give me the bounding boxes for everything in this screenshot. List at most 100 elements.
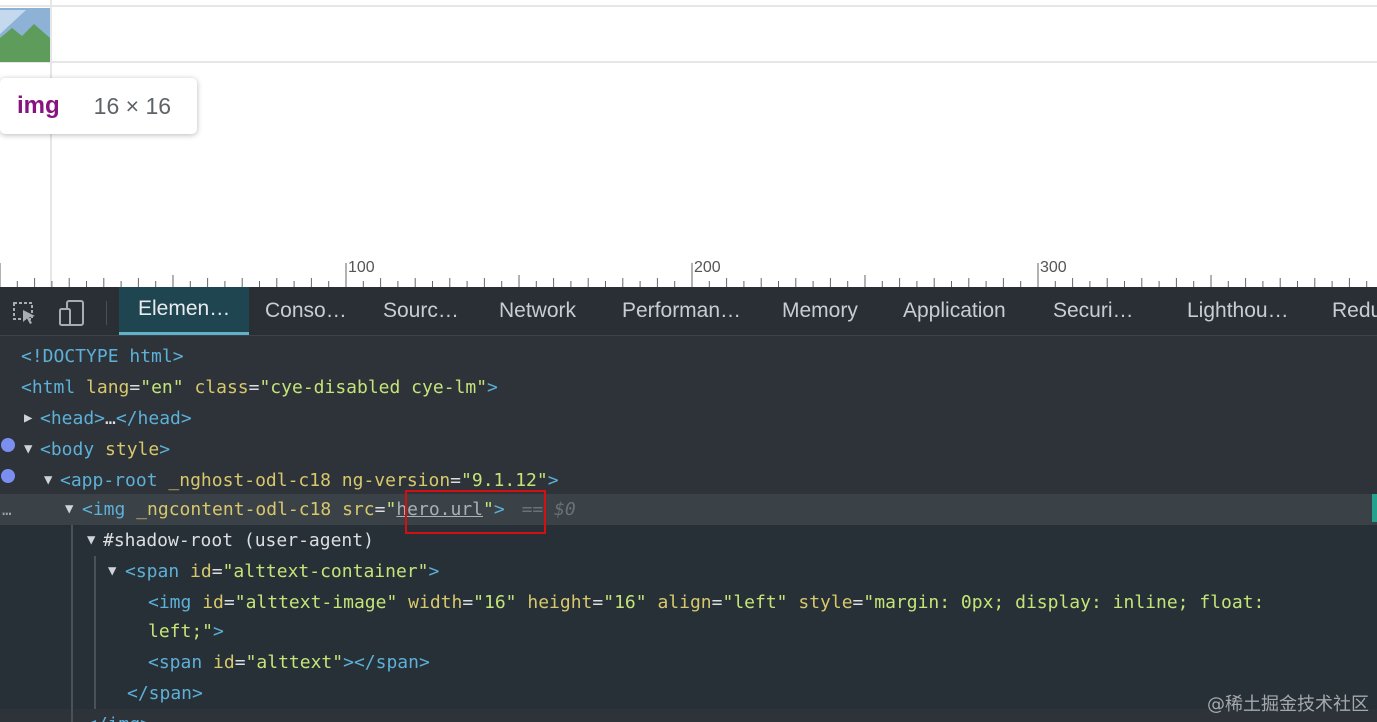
device-toolbar-icon[interactable] [58, 299, 86, 327]
breakpoint-dot-icon[interactable] [1, 438, 15, 452]
dom-node-head[interactable]: ▶ <head>…</head> [0, 403, 1377, 434]
span-tag-open: <span [125, 561, 180, 582]
inner-img-style-value: "margin: 0px; display: inline; float: [863, 592, 1265, 613]
body-tag-close: > [159, 439, 171, 460]
span-tag-close: > [428, 561, 440, 582]
broken-image-icon[interactable] [0, 8, 50, 62]
indent-guide [71, 525, 73, 722]
inner-img-tag-open: <img [148, 592, 192, 613]
horizontal-ruler: 100 200 300 [0, 259, 1368, 287]
inner-img-tag-close: > [213, 621, 224, 642]
page-viewport: img 16 × 16 100 200 300 [0, 0, 1377, 287]
html-tag-close: > [487, 377, 498, 398]
head-ellipsis: … [105, 408, 116, 429]
devtools-panel: Elemen… Conso… Sourc… Network Performan…… [0, 287, 1377, 722]
dom-node-body[interactable]: ▼ <body style> [0, 434, 1377, 465]
inner-img-align-value: "left" [722, 592, 788, 613]
html-attr-class: class [194, 377, 249, 398]
tab-performance[interactable]: Performan… [622, 287, 741, 335]
ruler-label-200: 200 [694, 259, 721, 276]
span-close-tag: </span> [127, 683, 203, 704]
tab-memory[interactable]: Memory [782, 287, 858, 335]
page-guide-line [50, 0, 52, 287]
indent-guide [94, 556, 96, 709]
inner-span-id-value: "alttext" [245, 652, 344, 673]
html-lang-value: "en" [140, 377, 184, 398]
collapse-arrow-icon[interactable]: ▼ [108, 556, 116, 587]
inner-img-attr-id: id [202, 592, 224, 613]
inner-span-attr-id: id [213, 652, 235, 673]
shadow-root-label: #shadow-root (user-agent) [103, 530, 374, 551]
dom-node-html[interactable]: <html lang="en" class="cye-disabled cye-… [0, 372, 1377, 403]
expand-arrow-icon[interactable]: ▶ [24, 403, 32, 434]
dom-node-span-container[interactable]: ▼ <span id="alttext-container"> [0, 556, 1377, 587]
head-tag-close: </head> [115, 408, 192, 429]
img-src-quote-open: " [385, 499, 397, 520]
page-divider-top [0, 5, 1377, 7]
dom-node-doctype[interactable]: <!DOCTYPE html> [0, 341, 1377, 372]
html-class-value: "cye-disabled cye-lm" [259, 377, 488, 398]
app-root-tag-close: > [547, 470, 559, 491]
body-tag-open: <body [40, 439, 95, 460]
dom-node-alttext-image[interactable]: <img id="alttext-image" width="16" heigh… [0, 587, 1377, 618]
tooltip-tag-name: img [17, 92, 60, 119]
img-close-tag: </img> [86, 709, 151, 722]
tab-application[interactable]: Application [903, 287, 1006, 335]
page-divider-bottom [0, 61, 1377, 63]
inner-img-width-value: "16" [473, 592, 517, 613]
dom-node-app-root[interactable]: ▼ <app-root _nghost-odl-c18 ng-version="… [0, 465, 1377, 496]
span-id-value: "alttext-container" [222, 561, 429, 582]
highlight-box [405, 490, 546, 534]
app-root-attr-nghost: _nghost-odl-c18 [168, 470, 331, 491]
inner-img-attr-height: height [527, 592, 593, 613]
html-tag-open: <html [21, 377, 76, 398]
tab-console[interactable]: Conso… [265, 287, 347, 335]
tab-elements[interactable]: Elemen… [119, 287, 250, 335]
inner-img-height-value: "16" [603, 592, 647, 613]
dom-node-span-end[interactable]: </span> [0, 678, 1377, 709]
img-attr-ngcontent: _ngcontent-odl-c18 [136, 499, 332, 520]
head-tag-open: <head> [40, 408, 106, 429]
collapse-arrow-icon[interactable]: ▼ [24, 434, 32, 465]
inner-span-tag-close: ></span> [343, 652, 430, 673]
dom-tree: <!DOCTYPE html> <html lang="en" class="c… [0, 336, 1377, 722]
tooltip-dimensions: 16 × 16 [93, 92, 172, 119]
inner-span-tag-open: <span [148, 652, 203, 673]
body-attr-style: style [105, 439, 160, 460]
ruler-label-300: 300 [1040, 259, 1067, 276]
tab-sources[interactable]: Sourc… [383, 287, 459, 335]
inspect-element-icon[interactable] [11, 299, 39, 327]
app-root-attr-ng-version: ng-version [341, 470, 451, 491]
toolbar-separator [106, 301, 107, 325]
dom-node-alttext-span[interactable]: <span id="alttext"></span> [0, 647, 1377, 678]
collapse-arrow-icon[interactable]: ▼ [87, 525, 95, 556]
dom-node-shadow-root[interactable]: ▼ #shadow-root (user-agent) [0, 525, 1377, 556]
collapse-arrow-icon[interactable]: ▼ [44, 465, 52, 496]
span-attr-id: id [190, 561, 212, 582]
more-options-dots[interactable]: … [2, 494, 13, 525]
collapse-arrow-icon[interactable]: ▼ [65, 494, 73, 525]
dom-node-img-end[interactable]: </img> [0, 709, 1377, 722]
tab-network[interactable]: Network [499, 287, 576, 335]
element-size-tooltip: img 16 × 16 [0, 78, 197, 134]
inner-img-id-value: "alttext-image" [234, 592, 398, 613]
inner-img-attr-width: width [408, 592, 463, 613]
doctype-text: <!DOCTYPE html> [21, 346, 184, 367]
dom-node-alttext-image-wrap: left;"> [0, 616, 1377, 647]
tab-security[interactable]: Securi… [1053, 287, 1134, 335]
tab-lighthouse[interactable]: Lighthou… [1187, 287, 1289, 335]
scroll-position-marker[interactable] [1372, 494, 1377, 522]
ruler-label-100: 100 [348, 259, 375, 276]
img-tag-open: <img [82, 499, 126, 520]
dom-node-img-selected[interactable]: … ▼ <img _ngcontent-odl-c18 src="hero.ur… [0, 494, 1377, 525]
img-attr-src: src [342, 499, 375, 520]
inner-img-attr-style: style [798, 592, 853, 613]
devtools-toolbar: Elemen… Conso… Sourc… Network Performan…… [0, 287, 1377, 336]
watermark-text: @稀土掘金技术社区 [1207, 694, 1369, 715]
breakpoint-dot-icon[interactable] [1, 469, 15, 483]
inner-img-attr-align: align [657, 592, 712, 613]
inner-img-style-value-cont: left;" [148, 621, 214, 642]
app-root-tag-open: <app-root [60, 470, 158, 491]
html-attr-lang: lang [86, 377, 130, 398]
tab-redux[interactable]: Redu [1332, 287, 1377, 335]
